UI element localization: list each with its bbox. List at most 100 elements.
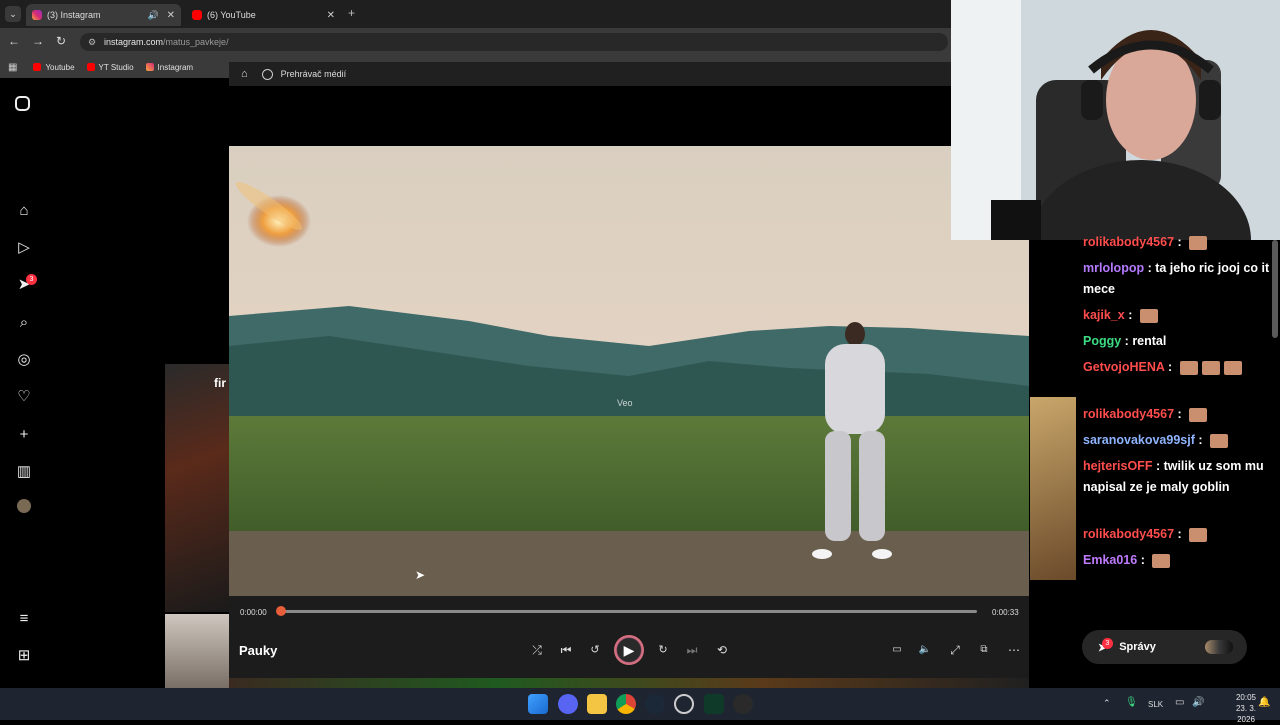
next-icon[interactable]: ⏭ [683,641,701,659]
speaker-icon[interactable]: 🔊 [148,10,159,21]
network-icon[interactable]: ▭ [1175,697,1184,708]
repeat-icon[interactable]: ⟲ [713,641,731,659]
tab-label: (3) Instagram [47,10,101,20]
close-icon[interactable]: ✕ [327,10,335,21]
emote-icon [1189,235,1208,250]
create-icon[interactable]: + [15,426,33,444]
chat-message: Emka016 : [1083,550,1278,571]
language-indicator[interactable]: SLK [1148,700,1163,709]
file-explorer-icon[interactable] [587,694,607,714]
reels-icon[interactable]: ▷ [15,239,33,257]
tab-instagram[interactable]: (3) Instagram 🔊 ✕ [26,4,181,26]
avatar[interactable] [17,499,31,513]
home-icon[interactable]: ⌂ [241,68,248,80]
chat-username: GetvojoHENA [1083,360,1165,374]
chat-message: mrlolopop : ta jeho ric jooj co it mece [1083,261,1270,296]
heart-icon[interactable]: ♡ [15,388,33,406]
window-title: Prehrávač médií [280,69,347,79]
apps-grid-icon[interactable]: ▦ [8,62,17,73]
avatar [1205,640,1233,654]
chat-username: Emka016 [1083,553,1138,567]
chat-username: rolikabody4567 [1083,407,1175,421]
emote-icon [1189,407,1208,422]
emote-icon [1210,433,1228,448]
fullscreen-icon[interactable]: ⤢ [946,641,964,659]
media-player-titlebar: ⌂ Prehrávač médií [229,62,951,86]
youtube-icon [33,63,42,71]
chrome-icon[interactable] [616,694,636,714]
chat-message: GetvojoHENA : [1083,357,1278,378]
chat-username: rolikabody4567 [1083,235,1175,249]
emote-icon [1223,360,1242,375]
bookmark-label: YT Studio [98,62,134,72]
feed-strip [229,678,1029,688]
messages-badge: 3 [1102,638,1113,649]
chat-username: kajik_x [1083,308,1125,322]
terminal-icon[interactable] [704,694,724,714]
rewind-10-icon[interactable]: ↺ [586,641,604,659]
explore-icon[interactable]: ◎ [15,351,33,369]
chat-message: saranovakova99sjf : [1083,430,1278,451]
site-info-icon[interactable]: ⚙ [88,37,96,48]
shuffle-icon[interactable]: ⤮ [528,641,546,659]
new-tab-icon[interactable]: + [348,6,355,20]
back-icon[interactable]: ← [8,34,20,48]
player-controls: 0:00:00 0:00:33 Pauky ⤮ ⏮ ↺ ▶ ↻ ⏭ ⟲ ▭ 🔈 … [229,600,1029,678]
subtitles-icon[interactable]: ▭ [888,641,906,659]
feed-thumbnail[interactable] [165,364,229,612]
discord-icon[interactable] [558,694,578,714]
reload-icon[interactable]: ↻ [56,34,66,48]
instagram-logo-icon[interactable] [15,96,30,111]
windows-taskbar [0,688,1280,720]
seek-thumb[interactable] [276,606,286,616]
chat-username: saranovakova99sjf [1083,433,1195,447]
notifications-icon[interactable]: 🔔 [1258,697,1270,708]
url-input[interactable]: ⚙ instagram.com/matus_pavkeje/ [80,33,948,51]
video-frame[interactable]: Veo ➤ [229,146,1029,596]
bookmark-youtube[interactable]: Youtube [33,63,75,72]
dashboard-icon[interactable]: ▥ [15,463,33,481]
previous-icon[interactable]: ⏮ [557,641,575,659]
apps-icon[interactable]: ⊞ [15,647,33,665]
menu-icon[interactable]: ≡ [15,610,33,628]
home-icon[interactable]: ⌂ [15,202,33,220]
bookmark-yt-studio[interactable]: YT Studio [86,62,134,72]
bookmark-instagram[interactable]: Instagram [145,63,193,72]
media-player-icon[interactable] [733,694,753,714]
volume-icon[interactable]: 🔊 [1192,697,1204,708]
tab-youtube[interactable]: (6) YouTube ✕ [186,4,341,26]
chat-message: Poggy : rental [1083,334,1167,348]
messages-label: Správy [1119,641,1156,653]
forward-30-icon[interactable]: ↻ [654,641,672,659]
start-icon[interactable] [528,694,548,714]
tab-search-icon[interactable]: ⌄ [5,6,21,22]
track-title: Pauky [239,643,278,658]
mouse-cursor-icon: ➤ [415,568,426,582]
emote-icon [1152,553,1171,568]
volume-icon[interactable]: 🔈 [916,641,934,659]
search-icon[interactable]: ⌕ [15,314,33,332]
tab-label: (6) YouTube [207,10,256,20]
app-icon[interactable] [674,694,694,714]
play-button[interactable]: ▶ [614,635,644,665]
microphone-icon[interactable]: 🎙 [1125,697,1138,708]
emote-icon [1179,360,1198,375]
time-current: 0:00:00 [240,608,267,617]
tray-chevron-icon[interactable]: ⌃ [1103,698,1111,709]
video-top-blank [229,86,951,146]
close-icon[interactable]: ✕ [167,10,175,21]
chat-thumbnail[interactable] [1030,397,1076,580]
webcam-scene [951,0,1280,240]
seek-bar[interactable] [276,606,977,616]
forward-icon[interactable]: → [32,34,44,48]
chat-username: Poggy [1083,334,1122,348]
chat-message: rolikabody4567 : [1083,524,1278,545]
miniplayer-icon[interactable]: ⧉ [975,641,993,659]
notification-badge: 3 [26,274,37,285]
steam-icon[interactable] [645,694,665,714]
more-options-icon[interactable]: ⋯ [1005,641,1023,659]
emote-icon [1189,527,1208,542]
chat-text: rental [1132,334,1167,348]
feed-thumbnail[interactable] [165,614,229,688]
instagram-sidebar: ⌂ ▷ ➤ 3 ⌕ ◎ ♡ + ▥ ≡ ⊞ [0,78,48,688]
